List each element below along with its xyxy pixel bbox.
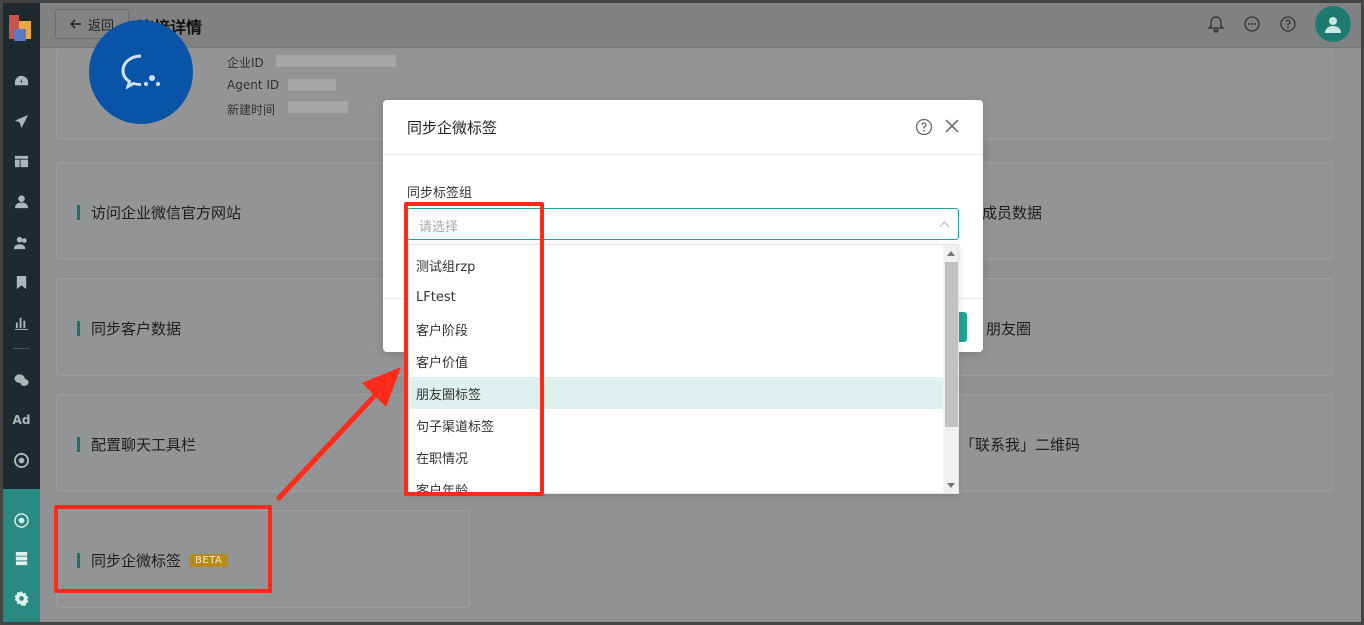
modal-title: 同步企微标签 — [407, 119, 498, 137]
sidebar: Ad — [3, 3, 40, 622]
annotation-box-dropdown — [404, 202, 544, 496]
bar-chart-icon[interactable] — [3, 311, 40, 333]
wecom-icon — [121, 54, 160, 90]
settings-icon[interactable] — [3, 587, 40, 609]
close-icon[interactable] — [944, 118, 960, 134]
sidebar-divider — [13, 348, 30, 349]
card-contact-qr-label: 「联系我」二维码 — [960, 436, 1081, 454]
card-sync-member-label: 成员数据 — [982, 204, 1043, 222]
wechat-icon[interactable] — [3, 369, 40, 391]
top-header: 返回 连接详情 — [40, 3, 1361, 48]
target-icon[interactable] — [3, 449, 40, 471]
avatar[interactable] — [1315, 6, 1351, 42]
confirm-button[interactable] — [959, 312, 967, 342]
help-icon[interactable] — [915, 118, 933, 136]
corp-id-label: 企业ID — [227, 56, 264, 70]
app-logo[interactable] — [9, 11, 37, 45]
users-icon[interactable] — [3, 231, 40, 253]
bookmark-icon[interactable] — [3, 271, 40, 293]
server-icon[interactable] — [3, 547, 40, 569]
user-icon[interactable] — [3, 190, 40, 212]
card-sync-customer-label: 同步客户数据 — [77, 318, 181, 339]
agent-id-label: Agent ID — [227, 78, 280, 92]
card-moments-label: 朋友圈 — [986, 320, 1032, 338]
arrow-left-icon — [69, 19, 81, 29]
ad-icon[interactable]: Ad — [3, 409, 40, 431]
send-icon[interactable] — [3, 110, 40, 132]
bell-icon[interactable] — [1207, 15, 1227, 35]
message-icon[interactable] — [1243, 15, 1263, 35]
modal-divider — [383, 154, 983, 155]
scroll-up-icon[interactable] — [947, 251, 955, 256]
wecom-logo — [89, 20, 193, 124]
card-chat-toolbar-label: 配置聊天工具栏 — [77, 434, 196, 455]
created-label: 新建时间 — [227, 103, 276, 117]
dropdown-scrollbar[interactable] — [943, 245, 958, 493]
dashboard-icon[interactable] — [3, 70, 40, 92]
tag-group-field-label: 同步标签组 — [407, 186, 473, 201]
sidebar-bottom-section — [3, 489, 40, 622]
scroll-thumb[interactable] — [945, 262, 958, 427]
chevron-up-icon — [939, 221, 950, 228]
agent-id-value-redacted — [288, 79, 336, 91]
annotation-box-sync-tags — [54, 505, 272, 593]
layout-icon[interactable] — [3, 150, 40, 172]
connect-icon[interactable] — [3, 509, 40, 531]
help-icon[interactable] — [1279, 15, 1299, 35]
created-value-redacted — [288, 101, 348, 113]
scroll-down-icon[interactable] — [947, 483, 955, 488]
corp-id-value-redacted — [276, 55, 396, 67]
card-visit-site-label: 访问企业微信官方网站 — [77, 202, 241, 223]
